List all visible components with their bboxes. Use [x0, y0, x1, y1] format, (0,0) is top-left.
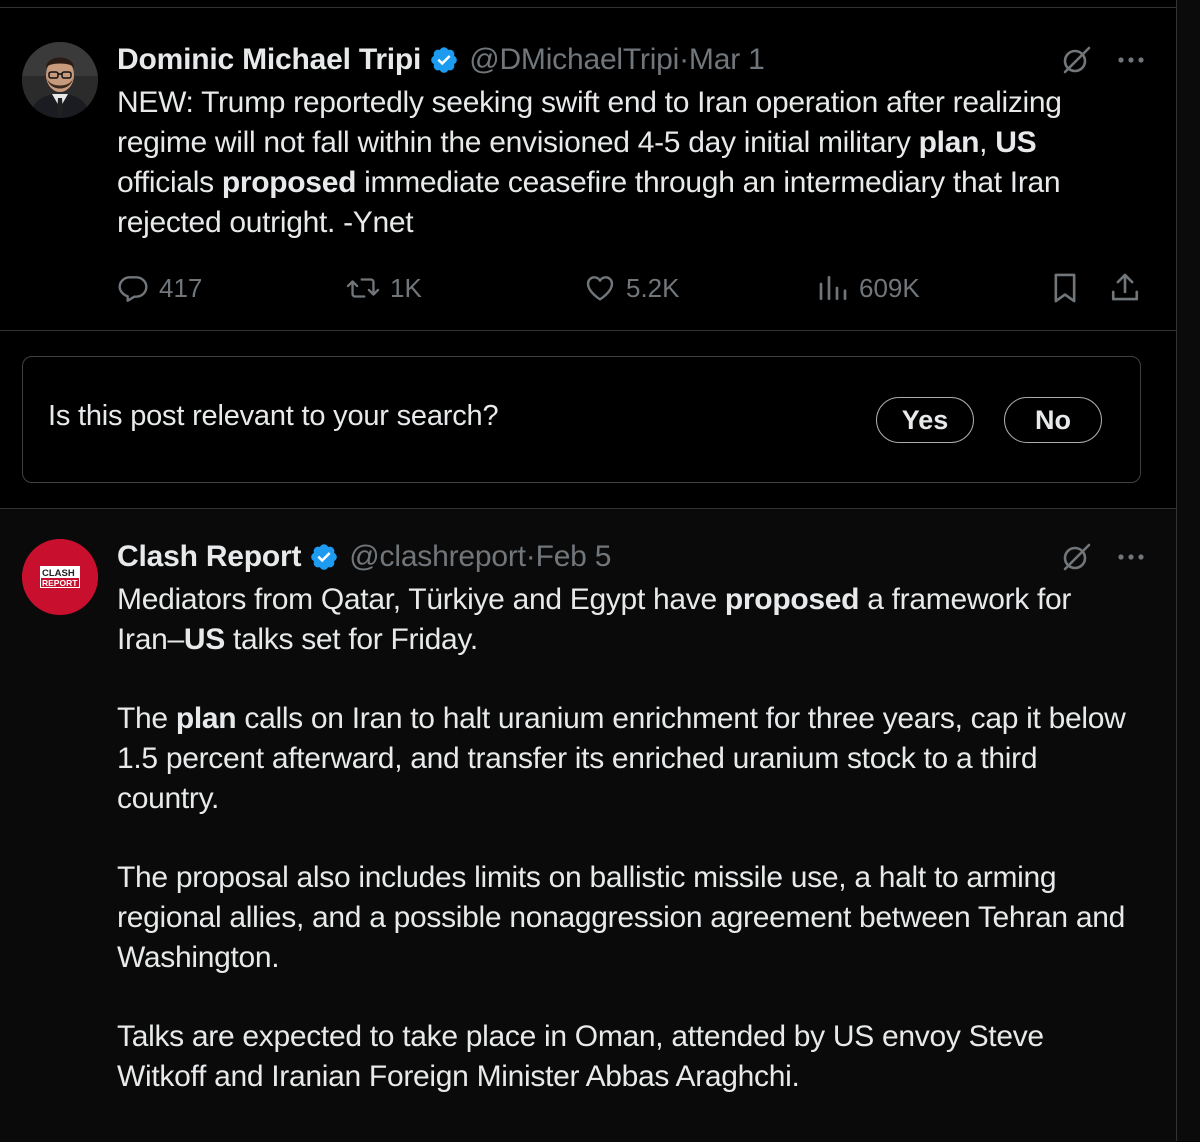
like-count: 5.2K — [626, 272, 680, 303]
post-paragraph: The plan calls on Iran to halt uranium e… — [117, 699, 1127, 819]
views-count: 609K — [859, 272, 920, 303]
views-icon — [819, 276, 847, 300]
author-name[interactable]: Dominic Michael Tripi — [117, 43, 421, 77]
bookmark-button[interactable] — [1049, 266, 1081, 310]
post-header: Dominic Michael Tripi @DMichaelTripi · M… — [117, 40, 765, 80]
separator-dot: · — [679, 43, 689, 76]
repost-icon — [346, 278, 380, 298]
more-icon[interactable] — [1116, 45, 1146, 75]
highlighted-term: proposed — [221, 166, 357, 199]
author-handle[interactable]: @clashreport — [349, 540, 526, 574]
share-button[interactable] — [1109, 266, 1141, 310]
highlighted-term: US — [995, 126, 1037, 159]
relevance-feedback-card: Is this post relevant to your search? Ye… — [22, 356, 1141, 483]
post-paragraph: NEW: Trump reportedly seeking swift end … — [117, 83, 1127, 243]
post-action-bar: 417 1K 5.2K 609K — [117, 266, 1147, 310]
clash-report-logo: CLASH REPORT — [22, 539, 98, 615]
text-run: Mediators from Qatar, Türkiye and Egypt … — [117, 583, 725, 616]
repost-count: 1K — [390, 272, 422, 303]
avatar[interactable] — [22, 42, 98, 118]
highlighted-term: proposed — [724, 583, 860, 616]
more-icon[interactable] — [1116, 542, 1146, 572]
highlighted-term: US — [183, 623, 225, 656]
like-button[interactable]: 5.2K — [584, 266, 680, 310]
text-run: talks set for Friday. — [224, 623, 478, 656]
highlighted-term: plan — [918, 126, 980, 159]
relevance-question: Is this post relevant to your search? — [48, 400, 499, 432]
grok-icon[interactable] — [1060, 541, 1092, 573]
avatar[interactable]: CLASH REPORT — [22, 539, 98, 615]
share-icon — [1111, 273, 1139, 301]
author-name[interactable]: Clash Report — [117, 540, 301, 574]
verified-badge-icon[interactable] — [309, 542, 339, 572]
scrollbar-track[interactable] — [1177, 0, 1200, 1141]
no-button[interactable]: No — [1004, 397, 1102, 443]
post-text: Mediators from Qatar, Türkiye and Egypt … — [117, 580, 1127, 1097]
post-clash-report[interactable]: CLASH REPORT Clash Report @clashreport ·… — [0, 508, 1176, 1142]
post-dominic-michael-tripi[interactable]: Dominic Michael Tripi @DMichaelTripi · M… — [0, 8, 1176, 331]
author-handle[interactable]: @DMichaelTripi — [469, 43, 679, 77]
text-run: The proposal also includes limits on bal… — [117, 861, 1125, 974]
post-paragraph: Talks are expected to take place in Oman… — [117, 1017, 1127, 1097]
post-date[interactable]: Mar 1 — [689, 43, 765, 77]
reply-count: 417 — [159, 272, 203, 303]
text-run: Talks are expected to take place in Oman… — [117, 1020, 1044, 1093]
avatar-photo — [22, 42, 98, 118]
text-run: officials — [117, 166, 222, 199]
reply-button[interactable]: 417 — [117, 266, 202, 310]
bookmark-icon — [1054, 273, 1076, 303]
repost-button[interactable]: 1K — [346, 266, 422, 310]
text-run: The — [117, 702, 176, 735]
post-paragraph: The proposal also includes limits on bal… — [117, 858, 1127, 978]
highlighted-term: plan — [175, 702, 237, 735]
text-run: , — [979, 126, 996, 159]
post-text: NEW: Trump reportedly seeking swift end … — [117, 83, 1127, 243]
heart-icon — [586, 276, 614, 301]
post-paragraph: Mediators from Qatar, Türkiye and Egypt … — [117, 580, 1127, 660]
post-header-actions — [1060, 40, 1146, 80]
yes-button[interactable]: Yes — [876, 397, 974, 443]
reply-icon — [118, 276, 148, 302]
post-header-actions — [1060, 537, 1146, 577]
grok-icon[interactable] — [1060, 44, 1092, 76]
views-button[interactable]: 609K — [817, 266, 920, 310]
post-header: Clash Report @clashreport · Feb 5 — [117, 537, 611, 577]
avatar-logo-text: REPORT — [42, 578, 78, 588]
search-results-timeline: Dominic Michael Tripi @DMichaelTripi · M… — [0, 0, 1177, 1142]
verified-badge-icon[interactable] — [429, 45, 459, 75]
post-date[interactable]: Feb 5 — [536, 540, 612, 574]
text-run: calls on Iran to halt uranium enrichment… — [117, 702, 1126, 815]
separator-dot: · — [525, 540, 536, 573]
